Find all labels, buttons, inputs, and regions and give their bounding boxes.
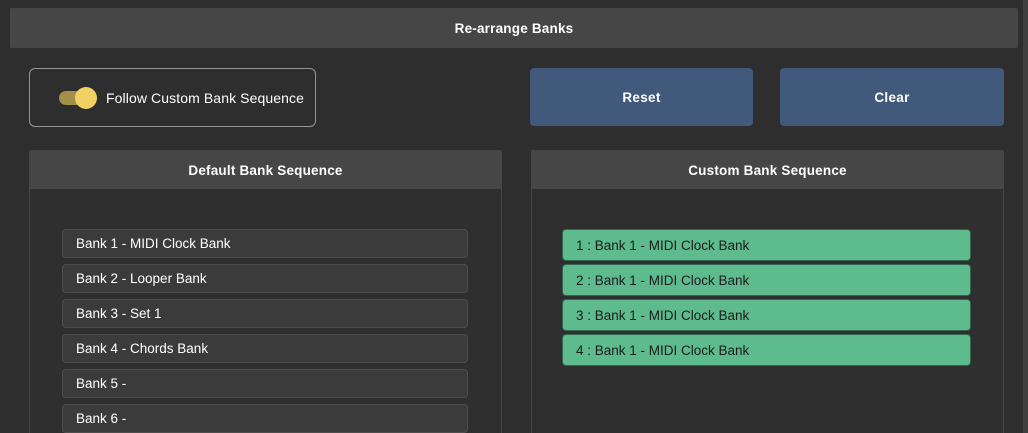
scrollbar-track[interactable]	[1023, 0, 1028, 433]
default-panel-title: Default Bank Sequence	[188, 163, 342, 178]
default-bank-item[interactable]: Bank 2 - Looper Bank	[62, 264, 468, 293]
default-bank-item[interactable]: Bank 6 -	[62, 404, 468, 433]
custom-bank-item[interactable]: 1 : Bank 1 - MIDI Clock Bank	[562, 229, 971, 261]
reset-button[interactable]: Reset	[530, 68, 753, 126]
custom-panel-header: Custom Bank Sequence	[532, 151, 1003, 189]
default-bank-item-label: Bank 2 - Looper Bank	[76, 271, 207, 286]
follow-toggle-label: Follow Custom Bank Sequence	[106, 90, 304, 106]
default-bank-list: Bank 1 - MIDI Clock Bank Bank 2 - Looper…	[30, 189, 501, 433]
custom-bank-item-label: 1 : Bank 1 - MIDI Clock Bank	[576, 238, 749, 253]
custom-bank-item-label: 3 : Bank 1 - MIDI Clock Bank	[576, 308, 749, 323]
follow-custom-sequence-toggle[interactable]	[59, 91, 93, 105]
default-bank-item-label: Bank 6 -	[76, 411, 126, 426]
page-title: Re-arrange Banks	[455, 21, 574, 36]
follow-toggle-card: Follow Custom Bank Sequence	[29, 68, 316, 127]
default-panel-header: Default Bank Sequence	[30, 151, 501, 189]
custom-bank-list: 1 : Bank 1 - MIDI Clock Bank 2 : Bank 1 …	[532, 189, 1003, 366]
default-bank-item-label: Bank 5 -	[76, 376, 126, 391]
default-sequence-panel: Default Bank Sequence Bank 1 - MIDI Cloc…	[29, 150, 502, 433]
default-bank-item-label: Bank 4 - Chords Bank	[76, 341, 208, 356]
custom-panel-title: Custom Bank Sequence	[688, 163, 847, 178]
toggle-knob	[75, 87, 97, 109]
clear-button[interactable]: Clear	[780, 68, 1004, 126]
default-bank-item[interactable]: Bank 4 - Chords Bank	[62, 334, 468, 363]
custom-bank-item[interactable]: 2 : Bank 1 - MIDI Clock Bank	[562, 264, 971, 296]
default-bank-item-label: Bank 3 - Set 1	[76, 306, 162, 321]
default-bank-item-label: Bank 1 - MIDI Clock Bank	[76, 236, 231, 251]
default-bank-item[interactable]: Bank 1 - MIDI Clock Bank	[62, 229, 468, 258]
dialog-title-bar: Re-arrange Banks	[10, 8, 1018, 48]
custom-bank-item-label: 2 : Bank 1 - MIDI Clock Bank	[576, 273, 749, 288]
default-bank-item[interactable]: Bank 5 -	[62, 369, 468, 398]
default-bank-item[interactable]: Bank 3 - Set 1	[62, 299, 468, 328]
custom-bank-item-label: 4 : Bank 1 - MIDI Clock Bank	[576, 343, 749, 358]
custom-sequence-panel: Custom Bank Sequence 1 : Bank 1 - MIDI C…	[531, 150, 1004, 433]
custom-bank-item[interactable]: 3 : Bank 1 - MIDI Clock Bank	[562, 299, 971, 331]
custom-bank-item[interactable]: 4 : Bank 1 - MIDI Clock Bank	[562, 334, 971, 366]
